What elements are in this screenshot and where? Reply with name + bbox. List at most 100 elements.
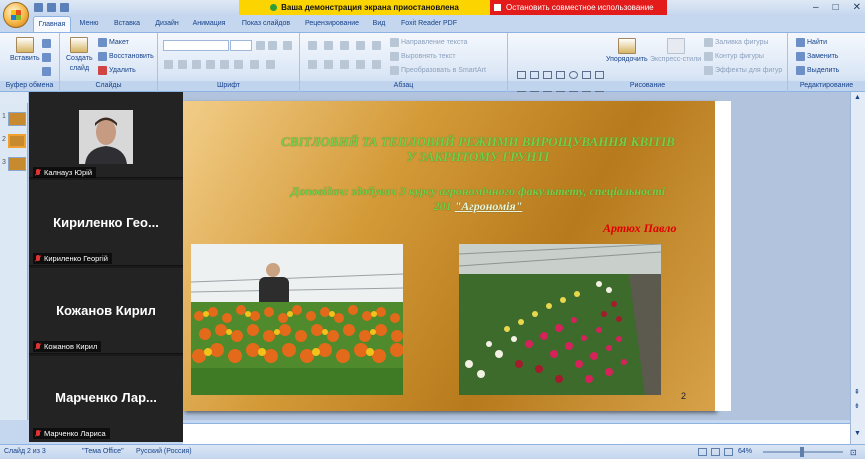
shape-triangle[interactable] [595,71,604,79]
align-text-button[interactable]: Выровнять текст [390,52,456,61]
fit-window-icon[interactable]: ⊡ [850,448,857,457]
slide-thumbnail-2[interactable] [8,134,26,148]
tab-menu[interactable]: Меню [74,16,104,32]
font-size-field[interactable] [230,40,252,51]
prev-slide-icon[interactable]: ⇞ [854,388,860,396]
normal-view-icon[interactable] [698,448,707,456]
delete-slide-button[interactable]: Удалить [98,66,136,75]
tab-view[interactable]: Вид [369,16,389,32]
text-direction-button[interactable]: Направление текста [390,38,467,47]
shape-rounded[interactable] [582,71,591,79]
text-direction-label: Направление текста [401,39,468,46]
strikethrough-icon[interactable] [206,60,215,69]
participant-tile[interactable]: Калнауз Юрій [29,92,183,178]
slide-canvas[interactable]: СВІТЛОВИЙ ТА ТЕПЛОВИЙ РЕЖИМИ ВИРОЩУВАННЯ… [183,101,715,411]
shrink-font-icon[interactable] [268,41,277,50]
decrease-indent-icon[interactable] [340,41,349,50]
quick-styles-icon [666,38,685,54]
slideshow-view-icon[interactable] [724,448,733,456]
scroll-down-icon[interactable]: ▼ [854,430,861,437]
thumb-number: 3 [2,159,6,166]
tab-review[interactable]: Рецензирование [300,16,364,32]
find-button[interactable]: Найти [796,38,827,47]
group-label: Буфер обмена [0,81,59,91]
underline-icon[interactable] [192,60,201,69]
office-button[interactable] [3,2,29,28]
bold-icon[interactable] [164,60,173,69]
change-case-icon[interactable] [250,60,259,69]
increase-indent-icon[interactable] [356,41,365,50]
shape-fill-button[interactable]: Заливка фигуры [704,38,768,47]
select-button[interactable]: Выделить [796,66,839,75]
bullets-icon[interactable] [308,41,317,50]
close-icon[interactable]: ✕ [853,2,861,13]
participant-tile[interactable]: Кириленко Гео... Кириленко Георгій [29,180,183,266]
save-icon[interactable] [34,3,43,12]
font-name-field[interactable] [163,40,229,51]
language-indicator[interactable]: Русский (Россия) [136,448,192,455]
tab-home[interactable]: Главная [33,16,71,32]
columns-icon[interactable] [372,60,381,69]
font-color-icon[interactable] [266,60,275,69]
participant-display-name: Кожанов Кирил [56,303,156,318]
scroll-up-icon[interactable]: ▲ [854,94,861,101]
slide-thumbnail-3[interactable] [8,157,26,171]
shape-rect2[interactable] [556,71,565,79]
tab-animation[interactable]: Анимация [187,16,231,32]
cut-icon[interactable] [42,39,51,48]
vertical-scrollbar[interactable]: ▲ ⇞ ⇟ ▼ [850,92,865,444]
group-label: Слайды [60,81,157,91]
numbering-icon[interactable] [324,41,333,50]
tab-insert[interactable]: Вставка [108,16,146,32]
shape-effects-button[interactable]: Эффекты для фигур [704,66,782,75]
share-paused-banner[interactable]: Ваша демонстрация экрана приостановлена [239,0,490,15]
align-right-icon[interactable] [340,60,349,69]
next-slide-icon[interactable]: ⇟ [854,402,860,410]
justify-icon[interactable] [356,60,365,69]
slide-subtitle: Доповідач: здобувач 3 курсу агрономічног… [243,184,713,214]
notes-pane[interactable] [183,423,850,444]
line-spacing-icon[interactable] [372,41,381,50]
tab-slideshow[interactable]: Показ слайдов [236,16,296,32]
participant-tile[interactable]: Марченко Лар... Марченко Лариса [29,356,183,442]
shape-outline-button[interactable]: Контур фигуры [704,52,764,61]
align-center-icon[interactable] [324,60,333,69]
grow-font-icon[interactable] [256,41,265,50]
shape-oval[interactable] [569,71,578,79]
shape-arrow[interactable] [543,71,552,79]
zoom-level[interactable]: 64% [738,448,752,455]
char-spacing-icon[interactable] [234,60,243,69]
shape-rect[interactable] [517,71,526,79]
maximize-icon[interactable]: □ [833,2,839,13]
shape-line[interactable] [530,71,539,79]
quick-styles-button[interactable]: Экспресс-стили [650,38,701,63]
stop-sharing-button[interactable]: Остановить совместное использование [490,0,667,15]
muted-mic-icon [35,342,41,351]
slide-counter: Слайд 2 из 3 [4,448,46,455]
undo-icon[interactable] [47,3,56,12]
align-left-icon[interactable] [308,60,317,69]
tab-design[interactable]: Дизайн [150,16,184,32]
italic-icon[interactable] [178,60,187,69]
arrange-button[interactable]: Упорядочить [606,38,648,63]
reset-button[interactable]: Восстановить [98,52,154,61]
redo-icon[interactable] [60,3,69,12]
minimize-icon[interactable]: – [813,2,819,13]
smartart-button[interactable]: Преобразовать в SmartArt [390,66,486,75]
select-label: Выделить [807,67,840,74]
copy-icon[interactable] [42,53,51,62]
outline-tabs[interactable] [0,92,28,103]
zoom-slider-knob[interactable] [800,447,804,457]
replace-button[interactable]: Заменить [796,52,838,61]
format-painter-icon[interactable] [42,67,51,76]
layout-button[interactable]: Макет [98,38,129,47]
slide-thumbnail-1[interactable] [8,112,26,126]
sorter-view-icon[interactable] [711,448,720,456]
clear-format-icon[interactable] [283,41,292,50]
shadow-icon[interactable] [220,60,229,69]
participant-tile[interactable]: Кожанов Кирил Кожанов Кирил [29,268,183,354]
new-slide-button[interactable]: Создать слайд [66,37,93,73]
person-photo [79,110,133,164]
paste-button[interactable]: Вставить [10,37,40,62]
tab-foxit[interactable]: Foxit Reader PDF [394,16,464,32]
